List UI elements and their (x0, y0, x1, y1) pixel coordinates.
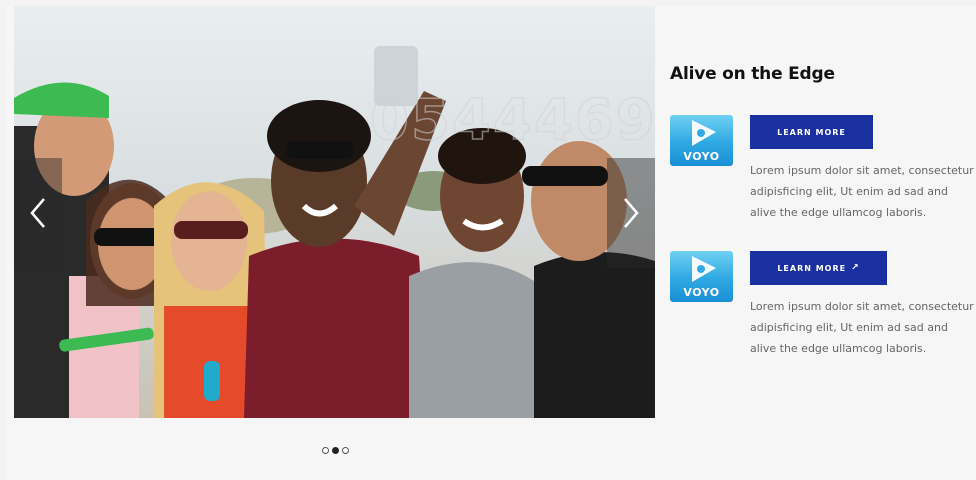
chevron-left-icon (30, 198, 45, 228)
card-description: Lorem ipsum dolor sit amet, consectetur … (750, 300, 974, 355)
carousel-dot-2[interactable] (332, 447, 339, 454)
learn-more-external-button[interactable]: LEARN MORE ↗ (750, 251, 887, 285)
hero-carousel: 0544469 (14, 6, 655, 418)
voyo-logo: VOYO (670, 115, 733, 166)
carousel-prev-button[interactable] (14, 158, 62, 268)
carousel-dot-1[interactable] (322, 447, 329, 454)
section-title: Alive on the Edge (670, 64, 835, 84)
carousel-dot-3[interactable] (342, 447, 349, 454)
slide-watermark: 0544469 (369, 87, 655, 154)
logo-text: VOYO (683, 286, 720, 299)
slide-photo (14, 6, 655, 418)
carousel-indicators (322, 447, 349, 454)
button-label: LEARN MORE (777, 263, 847, 273)
carousel-next-button[interactable] (607, 158, 655, 268)
button-label: LEARN MORE (777, 127, 846, 137)
chevron-right-icon (624, 198, 639, 228)
external-link-icon: ↗ (851, 263, 860, 273)
card-description: Lorem ipsum dolor sit amet, consectetur … (750, 164, 974, 219)
learn-more-button[interactable]: LEARN MORE (750, 115, 873, 149)
voyo-logo: VOYO (670, 251, 733, 302)
logo-text: VOYO (683, 150, 720, 163)
